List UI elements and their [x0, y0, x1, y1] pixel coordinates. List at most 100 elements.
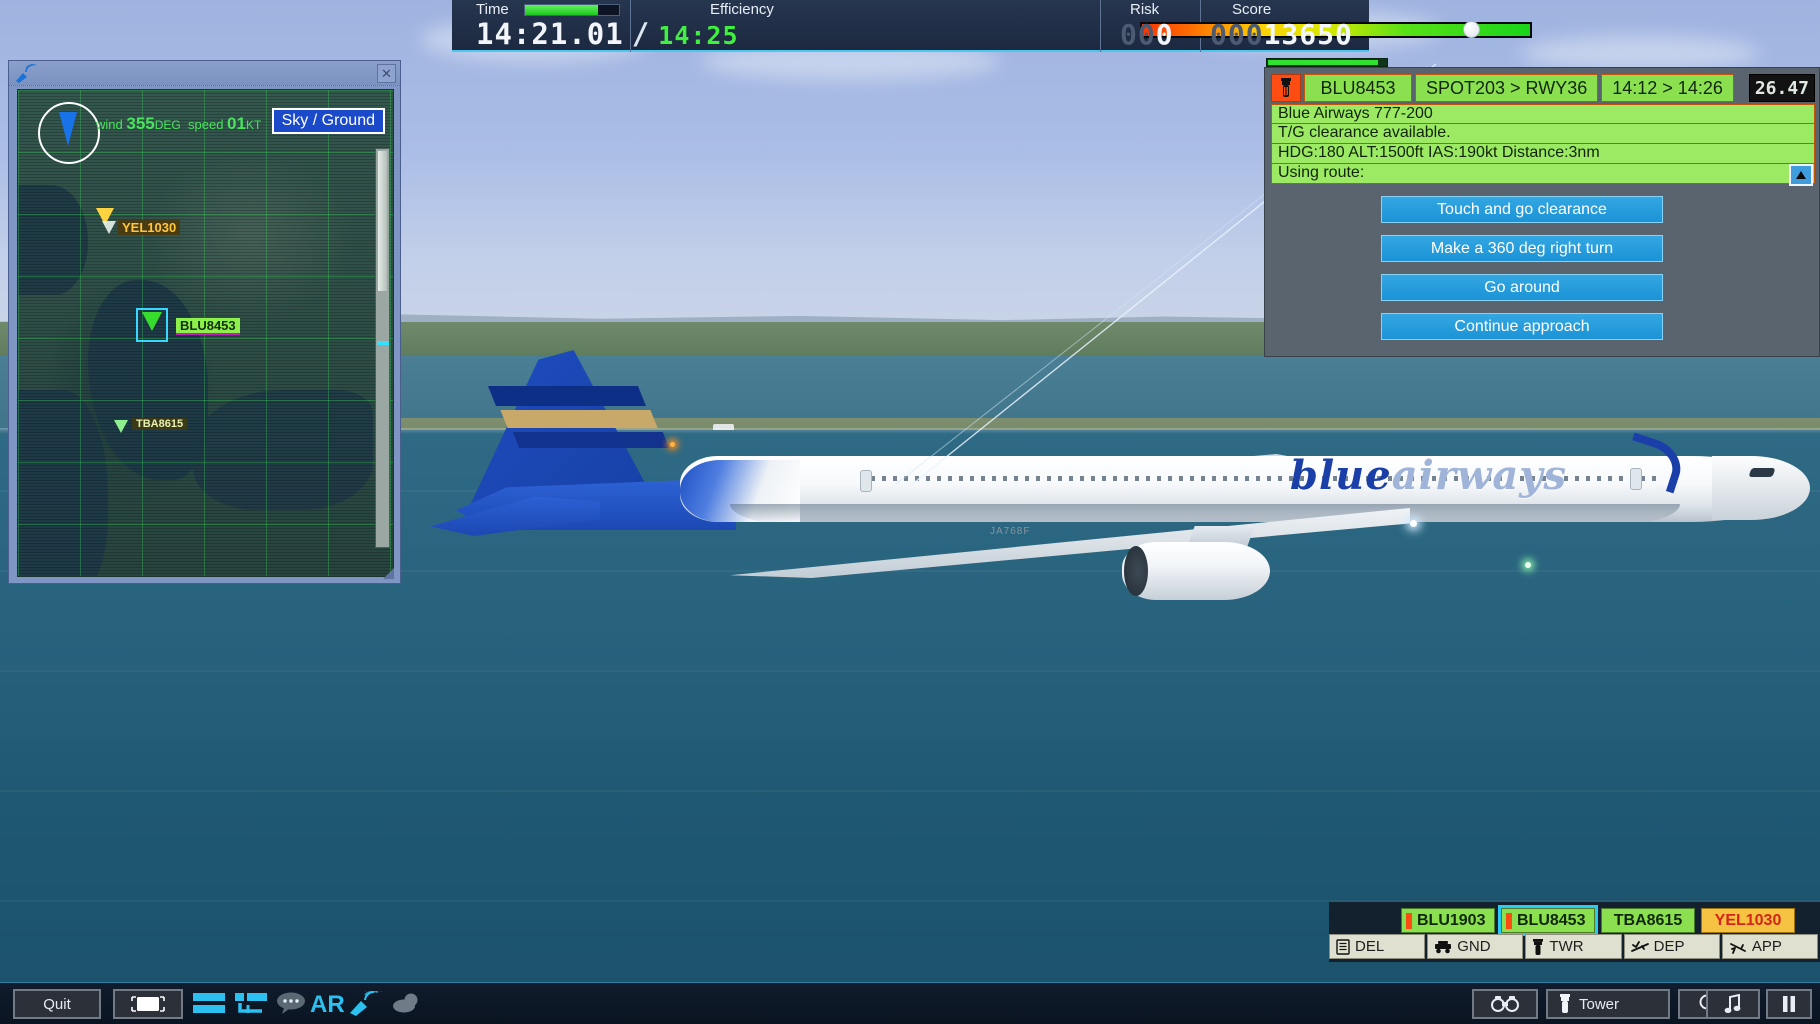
tail-stripe — [512, 432, 670, 448]
navigation-light-amber — [670, 442, 675, 447]
clock-display: 14:21.01 / 14:25 — [476, 17, 739, 52]
time-progress-bar — [524, 4, 620, 16]
resize-handle[interactable] — [383, 568, 394, 579]
clock-target: 14:25 — [658, 21, 739, 50]
radar-map-canvas[interactable]: wind 355DEG speed 01KT Sky / Ground YEL1… — [17, 89, 394, 577]
tail-stripe — [500, 410, 658, 428]
ar-icon: AR — [310, 991, 345, 1018]
tab-label: DEP — [1653, 938, 1685, 955]
tower-view-button[interactable]: Tower — [1546, 989, 1670, 1019]
command-button-group: Touch and go clearance Make a 360 deg ri… — [1381, 196, 1663, 352]
score-label: Score — [1232, 1, 1272, 18]
binoculars-button[interactable] — [1472, 989, 1538, 1019]
time-label: Time — [476, 1, 509, 18]
livery-blue-text: blue — [1290, 452, 1392, 499]
status-hud-bar: Time Efficiency Risk Score 14:21.01 / 14… — [452, 0, 1532, 52]
strip-header: BLU8453 SPOT203 > RWY36 14:12 > 14:26 26… — [1271, 74, 1815, 102]
strip-route[interactable]: SPOT203 > RWY36 — [1415, 74, 1599, 102]
score-value: 13650 — [1263, 18, 1353, 51]
go-around-button[interactable]: Go around — [1381, 274, 1663, 301]
chip-status-bar — [1406, 912, 1412, 929]
sky-ground-toggle-button[interactable]: Sky / Ground — [271, 108, 385, 134]
wind-degrees: 355 — [126, 114, 155, 133]
strips-list-button[interactable] — [192, 991, 226, 1017]
tab-app[interactable]: APP — [1721, 934, 1819, 959]
music-icon — [1724, 994, 1742, 1014]
touch-and-go-clearance-button[interactable]: Touch and go clearance — [1381, 196, 1663, 223]
pause-icon — [1781, 995, 1797, 1013]
pause-button[interactable] — [1766, 989, 1812, 1019]
aircraft-chip-blu1903[interactable]: BLU1903 — [1401, 908, 1495, 933]
weather-button[interactable] — [390, 991, 424, 1015]
ground-layout-button[interactable] — [234, 991, 268, 1017]
strip-callsign[interactable]: BLU8453 — [1304, 74, 1412, 102]
wind-prefix: wind — [96, 117, 123, 132]
tab-dep[interactable]: DEP — [1623, 934, 1720, 959]
aircraft-chip-blu8453[interactable]: BLU8453 — [1498, 905, 1598, 936]
radar-dish-icon — [14, 64, 36, 84]
tab-label: GND — [1457, 938, 1491, 955]
registration-text: JA768F — [990, 526, 1031, 537]
score-display: 00013650 — [1210, 18, 1353, 51]
aircraft-chip-row: BLU1903 BLU8453 TBA8615 YEL1030 — [1329, 905, 1820, 936]
tab-twr[interactable]: TWR — [1525, 934, 1622, 959]
ar-button[interactable]: AR — [310, 991, 345, 1019]
tower-button-label: Tower — [1579, 995, 1620, 1013]
aircraft-chip-tba8615[interactable]: TBA8615 — [1601, 908, 1695, 933]
triangle-up-icon[interactable] — [1789, 164, 1813, 186]
aircraft-model-blu8453[interactable]: blueairways JA768F — [430, 350, 1810, 630]
chip-label: BLU1903 — [1417, 911, 1486, 929]
strip-line-route: Using route: — [1271, 164, 1815, 184]
map-scrollbar-marker — [377, 341, 389, 345]
window-view-button[interactable] — [113, 989, 183, 1019]
strip-times[interactable]: 14:12 > 14:26 — [1601, 74, 1734, 102]
map-blip-blu8453[interactable]: BLU8453 — [136, 308, 240, 342]
tab-gnd[interactable]: GND — [1427, 934, 1524, 959]
map-scrollbar-thumb[interactable] — [378, 151, 387, 291]
continue-approach-button[interactable]: Continue approach — [1381, 313, 1663, 340]
cockpit-window — [1748, 468, 1776, 477]
music-button[interactable] — [1706, 989, 1760, 1019]
map-blip-yel1030[interactable]: YEL1030 — [96, 208, 181, 235]
efficiency-label: Efficiency — [710, 1, 774, 18]
map-title-bar[interactable]: ✕ — [9, 61, 400, 86]
close-icon[interactable]: ✕ — [377, 64, 396, 83]
livery-airways-text: airways — [1391, 452, 1568, 499]
quit-button[interactable]: Quit — [13, 989, 101, 1019]
fuselage-shading — [730, 504, 1680, 524]
flight-strip-panel[interactable]: BLU8453 SPOT203 > RWY36 14:12 > 14:26 26… — [1264, 67, 1820, 357]
map-scrollbar[interactable] — [375, 148, 390, 548]
efficiency-knob[interactable] — [1463, 21, 1480, 38]
map-blip-label: BLU8453 — [176, 318, 240, 335]
chip-label: BLU8453 — [1517, 911, 1586, 929]
map-blip-tba8615[interactable]: TBA8615 — [114, 418, 188, 433]
bottom-toolbar: Quit AR Tower — [0, 982, 1820, 1024]
livery-text: blueairways — [1290, 452, 1567, 499]
make-360-right-turn-button[interactable]: Make a 360 deg right turn — [1381, 235, 1663, 262]
chip-label: YEL1030 — [1714, 911, 1782, 929]
map-blip-label: YEL1030 — [118, 220, 181, 235]
strip-line-vector: HDG:180 ALT:1500ft IAS:190kt Distance:3n… — [1271, 144, 1815, 164]
binoculars-icon — [1490, 995, 1520, 1013]
tab-label: TWR — [1549, 938, 1584, 955]
window-view-icon — [129, 994, 167, 1014]
strip-progress-bar — [1266, 58, 1388, 67]
wind-speed: 01 — [227, 114, 246, 133]
clock-separator: / — [631, 17, 651, 51]
wind-speed-unit: KT — [245, 118, 262, 132]
tower-icon — [1271, 74, 1301, 102]
approach-plane-icon — [1729, 940, 1747, 954]
radar-map-panel[interactable]: ✕ wind 355DEG speed 01KT Sky / Ground YE… — [8, 60, 401, 584]
tower-icon — [1558, 994, 1572, 1014]
chip-label: TBA8615 — [1613, 911, 1683, 929]
tab-del[interactable]: DEL — [1329, 934, 1426, 959]
radar-button[interactable] — [348, 991, 384, 1017]
tab-label: DEL — [1355, 938, 1385, 955]
wind-deg-unit: DEG — [154, 118, 181, 132]
departure-plane-icon — [1630, 940, 1649, 954]
risk-display: 000 — [1120, 18, 1174, 51]
clipboard-icon — [1336, 938, 1350, 955]
chat-button[interactable] — [274, 991, 308, 1015]
vehicle-icon — [1434, 940, 1452, 954]
aircraft-chip-yel1030[interactable]: YEL1030 — [1701, 908, 1795, 933]
